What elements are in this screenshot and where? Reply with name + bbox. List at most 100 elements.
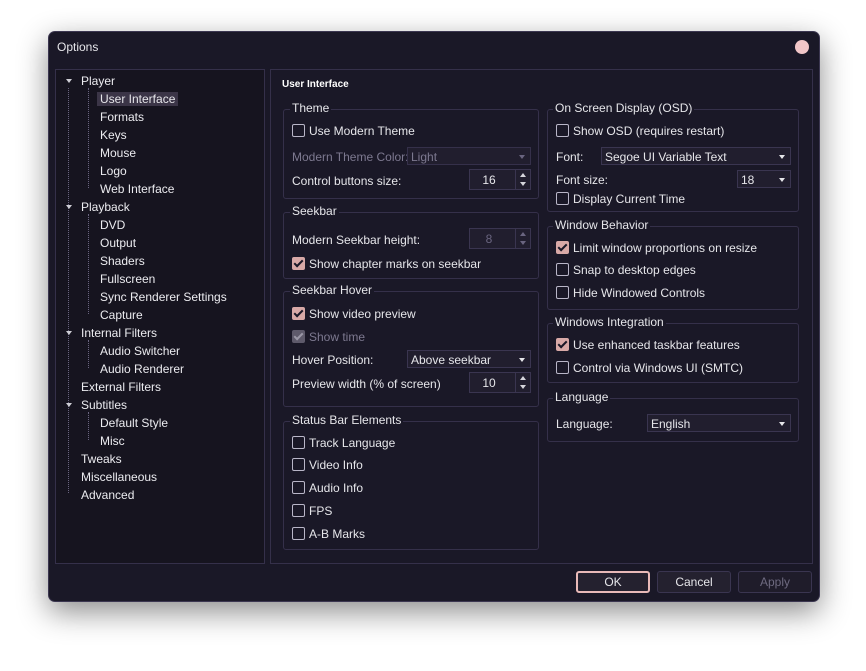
show-time-checkbox[interactable] — [292, 330, 305, 343]
page-title: User Interface — [282, 79, 349, 90]
tree-item-label: Audio Switcher — [100, 344, 181, 358]
preview-width-stepper[interactable]: 10 — [469, 372, 531, 393]
tree-item-dvd[interactable]: DVD — [100, 216, 125, 234]
tree-item-internal-filters[interactable]: Internal Filters — [66, 324, 158, 342]
display-time-checkbox[interactable] — [556, 192, 569, 205]
chevron-up-icon[interactable] — [520, 232, 526, 236]
stepper-buttons[interactable] — [515, 170, 530, 189]
theme-color-select[interactable]: Light — [407, 147, 531, 165]
tree-item-formats[interactable]: Formats — [100, 108, 144, 126]
chevron-down-icon[interactable] — [520, 241, 526, 245]
show-osd-label: Show OSD (requires restart) — [573, 124, 725, 138]
chevron-down-icon — [66, 205, 72, 209]
theme-group-title: Theme — [290, 101, 332, 115]
title-bar[interactable]: Options — [49, 32, 819, 62]
window-behavior-group-title: Window Behavior — [553, 218, 651, 232]
chapter-marks-label: Show chapter marks on seekbar — [309, 257, 482, 271]
osd-font-select[interactable]: Segoe UI Variable Text — [601, 147, 791, 165]
tree-item-web-interface[interactable]: Web Interface — [100, 180, 174, 198]
show-osd-checkbox[interactable] — [556, 124, 569, 137]
tree-guide-line — [88, 412, 89, 440]
preview-width-label: Preview width (% of screen) — [292, 377, 441, 391]
tree-item-output[interactable]: Output — [100, 234, 136, 252]
tree-item-label: Subtitles — [81, 398, 128, 412]
audio-info-checkbox[interactable] — [292, 481, 305, 494]
tree-item-logo[interactable]: Logo — [100, 162, 127, 180]
track-language-checkbox[interactable] — [292, 436, 305, 449]
tree-item-keys[interactable]: Keys — [100, 126, 127, 144]
osd-font-size-label: Font size: — [556, 173, 609, 187]
chevron-down-icon — [779, 422, 785, 426]
osd-font-size-value: 18 — [741, 173, 755, 187]
stepper-buttons[interactable] — [515, 229, 530, 248]
ab-marks-label: A-B Marks — [309, 527, 366, 541]
chevron-down-icon[interactable] — [520, 385, 526, 389]
close-icon[interactable] — [795, 40, 809, 54]
chevron-up-icon[interactable] — [520, 173, 526, 177]
seekbar-hover-group-title: Seekbar Hover — [290, 283, 375, 297]
snap-edges-label: Snap to desktop edges — [573, 263, 696, 277]
tree-item-label: Audio Renderer — [100, 362, 185, 376]
ab-marks-checkbox[interactable] — [292, 527, 305, 540]
chevron-down-icon[interactable] — [520, 182, 526, 186]
tree-item-label: Sync Renderer Settings — [100, 290, 227, 304]
chevron-up-icon[interactable] — [520, 376, 526, 380]
tree-item-tweaks[interactable]: Tweaks — [81, 450, 122, 468]
stepper-buttons[interactable] — [515, 373, 530, 392]
tree-item-shaders[interactable]: Shaders — [100, 252, 145, 270]
tree-item-label: Keys — [100, 128, 127, 142]
cancel-button[interactable]: Cancel — [657, 571, 731, 593]
tree-item-default-style[interactable]: Default Style — [100, 414, 168, 432]
tree-item-label: Internal Filters — [81, 326, 158, 340]
language-select[interactable]: English — [647, 414, 791, 432]
tree-item-capture[interactable]: Capture — [100, 306, 143, 324]
tree-guide-line — [88, 214, 89, 314]
video-info-checkbox[interactable] — [292, 458, 305, 471]
video-preview-checkbox[interactable] — [292, 307, 305, 320]
tree-item-audio-renderer[interactable]: Audio Renderer — [100, 360, 184, 378]
tree-guide-line — [88, 340, 89, 368]
tree-item-advanced[interactable]: Advanced — [81, 486, 134, 504]
hide-controls-label: Hide Windowed Controls — [573, 286, 706, 300]
smtc-checkbox[interactable] — [556, 361, 569, 374]
tree-item-subtitles[interactable]: Subtitles — [66, 396, 128, 414]
limit-proportions-label: Limit window proportions on resize — [573, 241, 758, 255]
limit-proportions-checkbox[interactable] — [556, 241, 569, 254]
display-time-label: Display Current Time — [573, 192, 686, 206]
hover-position-select[interactable]: Above seekbar — [407, 350, 531, 368]
tree-item-playback[interactable]: Playback — [66, 198, 130, 216]
ok-button[interactable]: OK — [576, 571, 650, 593]
tree-item-player[interactable]: Player — [66, 72, 115, 90]
taskbar-features-checkbox[interactable] — [556, 338, 569, 351]
tree-item-user-interface[interactable]: User Interface — [97, 90, 179, 108]
snap-edges-checkbox[interactable] — [556, 263, 569, 276]
theme-color-value: Light — [411, 150, 438, 164]
fps-checkbox[interactable] — [292, 504, 305, 517]
options-tree: Player User Interface Formats Keys Mouse… — [55, 69, 265, 564]
tree-item-external-filters[interactable]: External Filters — [81, 378, 161, 396]
tree-item-misc[interactable]: Misc — [100, 432, 125, 450]
seekbar-height-stepper[interactable]: 8 — [469, 228, 531, 249]
osd-font-size-select[interactable]: 18 — [737, 170, 791, 188]
buttons-size-stepper[interactable]: 16 — [469, 169, 531, 190]
chapter-marks-checkbox[interactable] — [292, 257, 305, 270]
buttons-size-label: Control buttons size: — [292, 174, 402, 188]
tree-item-label: Advanced — [81, 488, 135, 502]
tree-item-audio-switcher[interactable]: Audio Switcher — [100, 342, 180, 360]
tree-item-mouse[interactable]: Mouse — [100, 144, 136, 162]
tree-item-label: Default Style — [100, 416, 169, 430]
osd-group-title: On Screen Display (OSD) — [553, 101, 695, 115]
tree-item-label: Misc — [100, 434, 125, 448]
tree-item-miscellaneous[interactable]: Miscellaneous — [81, 468, 157, 486]
theme-color-label: Modern Theme Color: — [292, 150, 409, 164]
osd-font-value: Segoe UI Variable Text — [605, 150, 727, 164]
hide-controls-checkbox[interactable] — [556, 286, 569, 299]
chevron-down-icon — [66, 331, 72, 335]
apply-button[interactable]: Apply — [738, 571, 812, 593]
use-modern-theme-checkbox[interactable] — [292, 124, 305, 137]
tree-item-sync-renderer[interactable]: Sync Renderer Settings — [100, 288, 227, 306]
tree-item-fullscreen[interactable]: Fullscreen — [100, 270, 155, 288]
tree-item-label: External Filters — [81, 380, 162, 394]
audio-info-label: Audio Info — [309, 481, 364, 495]
tree-item-label: Tweaks — [81, 452, 122, 466]
